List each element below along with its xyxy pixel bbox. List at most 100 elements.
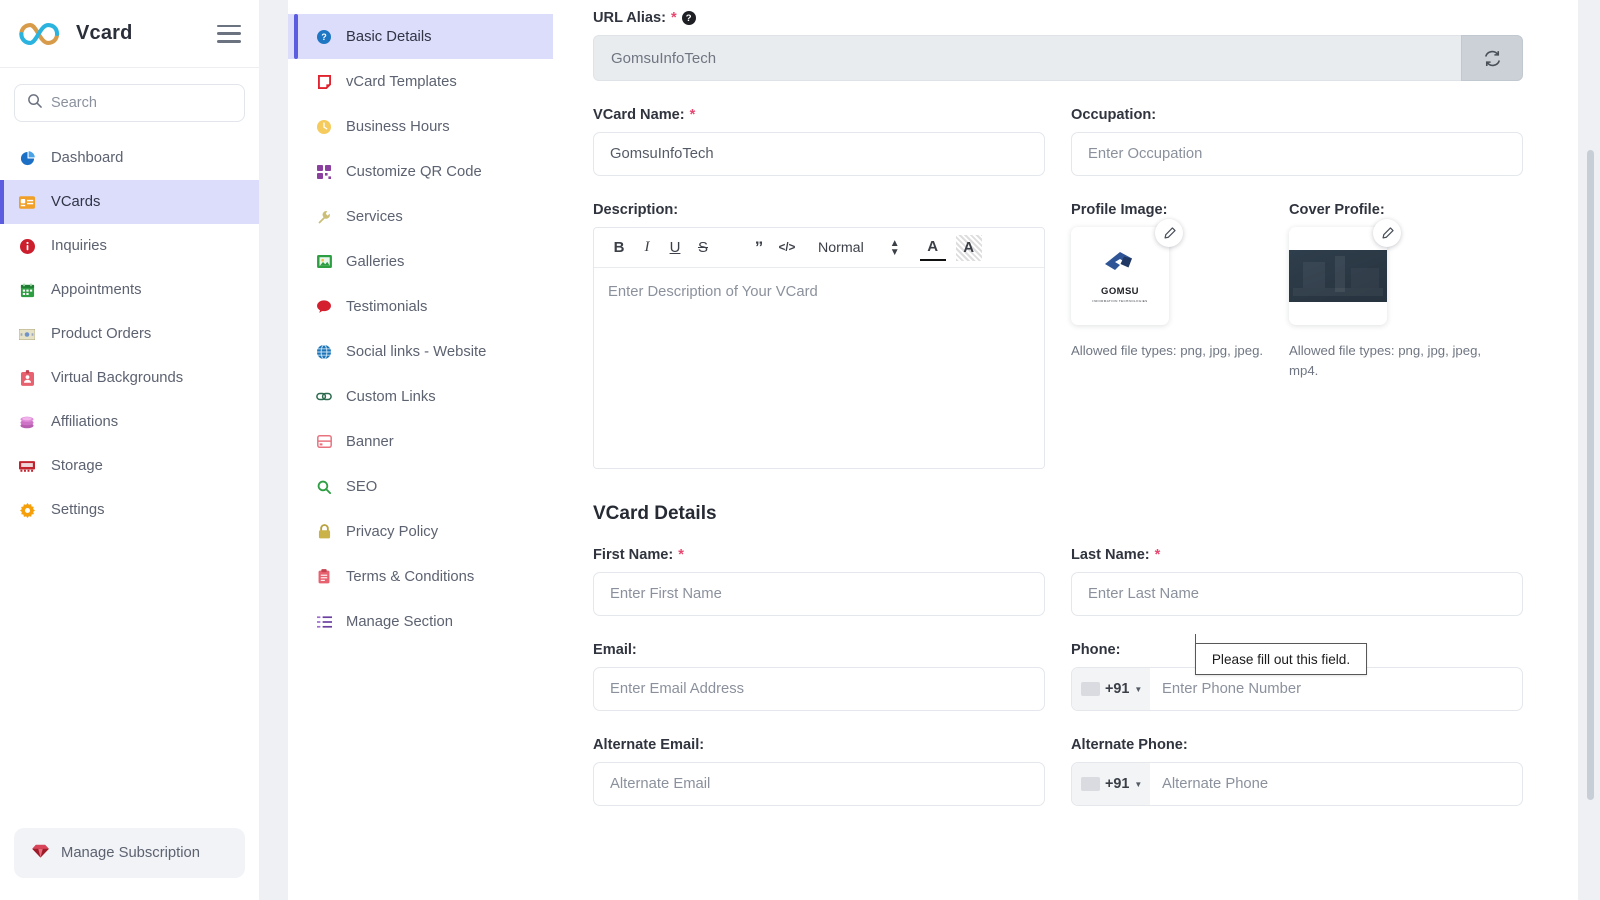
email-input[interactable]: Enter Email Address — [593, 667, 1045, 711]
pencil-icon[interactable] — [1155, 219, 1183, 247]
alternate-email-input[interactable]: Alternate Email — [593, 762, 1045, 806]
sidebar-item-vcards[interactable]: VCards — [0, 180, 259, 224]
scrollbar-thumb[interactable] — [1587, 150, 1594, 800]
alternate-phone-country-select[interactable]: +91 ▼ — [1072, 763, 1150, 805]
sidebar-item-storage[interactable]: Storage — [0, 444, 259, 488]
search-box[interactable] — [14, 84, 245, 122]
sidebar-footer: Manage Subscription — [0, 828, 259, 900]
section-item-testimonials[interactable]: Testimonials — [288, 284, 553, 329]
description-textarea[interactable]: Enter Description of Your VCard — [594, 268, 1044, 468]
question-mark-icon[interactable]: ? — [681, 11, 696, 25]
vertical-scrollbar[interactable] — [1587, 0, 1594, 900]
vcard-name-input[interactable]: GomsuInfoTech — [593, 132, 1045, 176]
section-item-basic-details[interactable]: ? Basic Details — [288, 14, 553, 59]
cover-profile-field: Cover Profile: Allowed file types: png, … — [1289, 202, 1485, 469]
first-name-label: First Name: * — [593, 547, 1045, 563]
section-item-vcard-templates[interactable]: vCard Templates — [288, 59, 553, 104]
alternate-phone-country-code: +91 — [1105, 776, 1130, 792]
money-icon — [16, 328, 38, 340]
name-row: First Name: * Enter First Name Last Name:… — [593, 547, 1523, 642]
first-name-input[interactable]: Enter First Name — [593, 572, 1045, 616]
manage-subscription-label: Manage Subscription — [61, 845, 201, 861]
font-color-button[interactable]: A — [919, 235, 946, 261]
alternate-phone-input-group: +91 ▼ Alternate Phone — [1071, 762, 1523, 806]
pencil-icon[interactable] — [1373, 219, 1401, 247]
description-field: Description: B I U S ” </> Normal ▲ ▼ A … — [593, 202, 1045, 469]
template-icon — [314, 74, 334, 89]
id-card-icon — [16, 195, 38, 209]
sidebar-item-label: VCards — [51, 194, 101, 210]
svg-text:?: ? — [321, 32, 326, 42]
wrench-icon — [314, 210, 334, 224]
section-item-services[interactable]: Services — [288, 194, 553, 239]
profile-image-upload[interactable]: GOMSU INFORMATION TECHNOLOGIES — [1071, 219, 1183, 325]
section-item-seo[interactable]: SEO — [288, 464, 553, 509]
sidebar-item-virtual-backgrounds[interactable]: Virtual Backgrounds — [0, 356, 259, 400]
section-item-business-hours[interactable]: Business Hours — [288, 104, 553, 149]
url-alias-field: URL Alias: * ? GomsuInfoTech — [593, 10, 1523, 81]
alternate-phone-label: Alternate Phone: — [1071, 737, 1188, 753]
phone-number-input[interactable]: Enter Phone Number — [1150, 681, 1301, 697]
hamburger-icon[interactable] — [217, 24, 241, 43]
highlight-color-button[interactable]: A — [955, 234, 982, 261]
section-item-manage-section[interactable]: Manage Section — [288, 599, 553, 644]
section-item-banner[interactable]: Banner — [288, 419, 553, 464]
section-item-label: vCard Templates — [346, 73, 457, 90]
section-item-social-links-website[interactable]: Social links - Website — [288, 329, 553, 374]
section-item-label: Social links - Website — [346, 343, 487, 360]
url-alias-input[interactable]: GomsuInfoTech — [593, 35, 1461, 81]
vcard-name-label-text: VCard Name: — [593, 107, 685, 123]
strikethrough-button[interactable]: S — [690, 235, 716, 261]
refresh-icon[interactable] — [1461, 35, 1523, 81]
blockquote-button[interactable]: ” — [746, 235, 772, 261]
cover-profile-upload[interactable] — [1289, 219, 1401, 325]
italic-button[interactable]: I — [634, 235, 660, 261]
sidebar-item-label: Inquiries — [51, 238, 107, 254]
code-block-button[interactable]: </> — [774, 235, 800, 261]
occupation-label: Occupation: — [1071, 107, 1157, 123]
images-column: Profile Image: GOMSU INFORMATION TECHNOL… — [1071, 202, 1523, 469]
last-name-input[interactable]: Enter Last Name — [1071, 572, 1523, 616]
name-occupation-row: VCard Name: * GomsuInfoTech Occupation: E… — [593, 107, 1523, 202]
contact-row: Email: Enter Email Address Phone: +91 ▼ … — [593, 642, 1523, 737]
sidebar-item-affiliations[interactable]: Affiliations — [0, 400, 259, 444]
app-root: Vcard Dashboard — [0, 0, 1600, 900]
section-item-galleries[interactable]: Galleries — [288, 239, 553, 284]
alternate-email-field: Alternate Email: Alternate Email — [593, 737, 1045, 806]
sidebar-item-product-orders[interactable]: Product Orders — [0, 312, 259, 356]
bold-button[interactable]: B — [606, 235, 632, 261]
section-item-privacy-policy[interactable]: Privacy Policy — [288, 509, 553, 554]
required-mark: * — [670, 10, 677, 26]
coins-icon — [16, 415, 38, 429]
underline-button[interactable]: U — [662, 235, 688, 261]
section-item-label: Testimonials — [346, 298, 428, 315]
section-item-custom-links[interactable]: Custom Links — [288, 374, 553, 419]
sidebar-item-dashboard[interactable]: Dashboard — [0, 136, 259, 180]
pie-chart-icon — [16, 150, 38, 166]
sidebar-item-inquiries[interactable]: Inquiries — [0, 224, 259, 268]
sidebar-item-settings[interactable]: Settings — [0, 488, 259, 532]
occupation-input[interactable]: Enter Occupation — [1071, 132, 1523, 176]
gear-icon — [16, 502, 38, 518]
search-input[interactable] — [51, 95, 232, 111]
info-circle-icon — [16, 238, 38, 254]
alternate-phone-number-input[interactable]: Alternate Phone — [1150, 776, 1268, 792]
section-nav: ? Basic Details vCard Templates Business… — [288, 0, 553, 900]
section-item-terms-conditions[interactable]: Terms & Conditions — [288, 554, 553, 599]
section-item-label: Customize QR Code — [346, 163, 482, 180]
storage-icon — [16, 460, 38, 472]
email-label: Email: — [593, 642, 637, 658]
url-alias-label-text: URL Alias: — [593, 10, 666, 26]
clock-icon — [314, 119, 334, 134]
gem-icon — [32, 844, 49, 862]
phone-country-select[interactable]: +91 ▼ — [1072, 668, 1150, 710]
section-item-label: Services — [346, 208, 403, 225]
manage-subscription-button[interactable]: Manage Subscription — [14, 828, 245, 878]
section-item-customize-qr-code[interactable]: Customize QR Code — [288, 149, 553, 194]
sidebar-item-label: Settings — [51, 502, 105, 518]
list-icon — [314, 615, 334, 629]
description-images-row: Description: B I U S ” </> Normal ▲ ▼ A … — [593, 202, 1523, 469]
sidebar-item-appointments[interactable]: Appointments — [0, 268, 259, 312]
section-item-label: Manage Section — [346, 613, 453, 630]
format-select[interactable]: Normal ▲ ▼ — [818, 238, 900, 257]
